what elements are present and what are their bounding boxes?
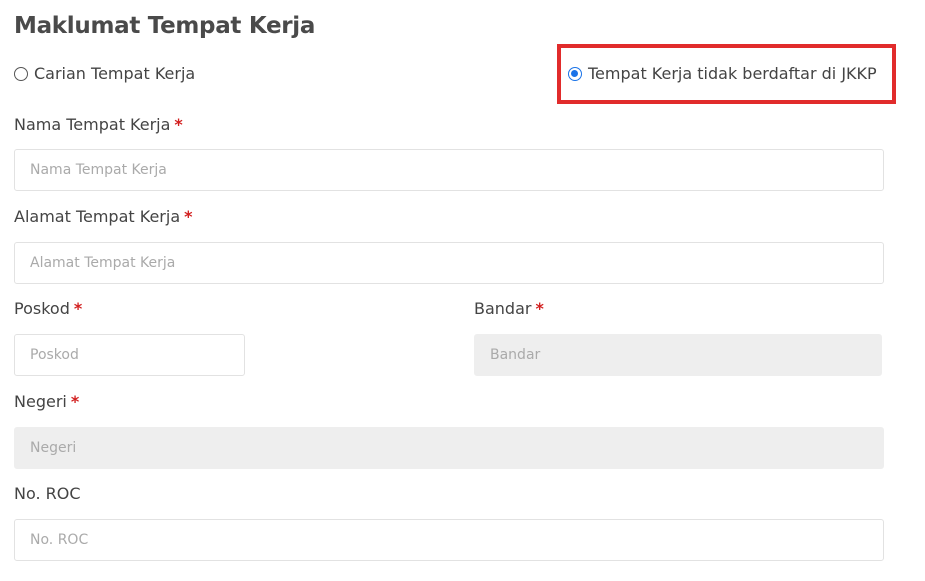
alamat-label-text: Alamat Tempat Kerja — [14, 207, 181, 226]
bandar-label-text: Bandar — [474, 299, 532, 318]
poskod-label: Poskod * — [14, 299, 82, 318]
section-title: Maklumat Tempat Kerja — [14, 13, 316, 39]
poskod-label-text: Poskod — [14, 299, 70, 318]
radio-unchecked-icon[interactable] — [14, 66, 28, 81]
required-marker: * — [73, 299, 83, 318]
roc-label-text: No. ROC — [14, 484, 81, 503]
radio-checked-icon[interactable] — [568, 66, 582, 81]
radio-option-search-workplace[interactable]: Carian Tempat Kerja — [14, 64, 195, 83]
required-marker: * — [535, 299, 544, 318]
required-marker: * — [70, 392, 80, 411]
alamat-tempat-kerja-label: Alamat Tempat Kerja * — [14, 207, 193, 226]
poskod-input[interactable] — [14, 334, 245, 376]
no-roc-label: No. ROC — [14, 484, 81, 503]
negeri-input — [14, 427, 884, 469]
no-roc-input[interactable] — [14, 519, 884, 561]
nama-tempat-kerja-input[interactable] — [14, 149, 884, 191]
alamat-tempat-kerja-input[interactable] — [14, 242, 884, 284]
bandar-label: Bandar * — [474, 299, 544, 318]
radio-label-unregistered-workplace: Tempat Kerja tidak berdaftar di JKKP — [588, 64, 877, 83]
radio-option-unregistered-workplace[interactable]: Tempat Kerja tidak berdaftar di JKKP — [568, 64, 877, 83]
nama-label-text: Nama Tempat Kerja — [14, 115, 171, 134]
radio-label-search-workplace: Carian Tempat Kerja — [34, 64, 196, 83]
negeri-label: Negeri * — [14, 392, 79, 411]
bandar-input — [474, 334, 882, 376]
nama-tempat-kerja-label: Nama Tempat Kerja * — [14, 115, 183, 134]
required-marker: * — [184, 207, 193, 226]
required-marker: * — [174, 115, 183, 134]
negeri-label-text: Negeri — [14, 392, 67, 411]
